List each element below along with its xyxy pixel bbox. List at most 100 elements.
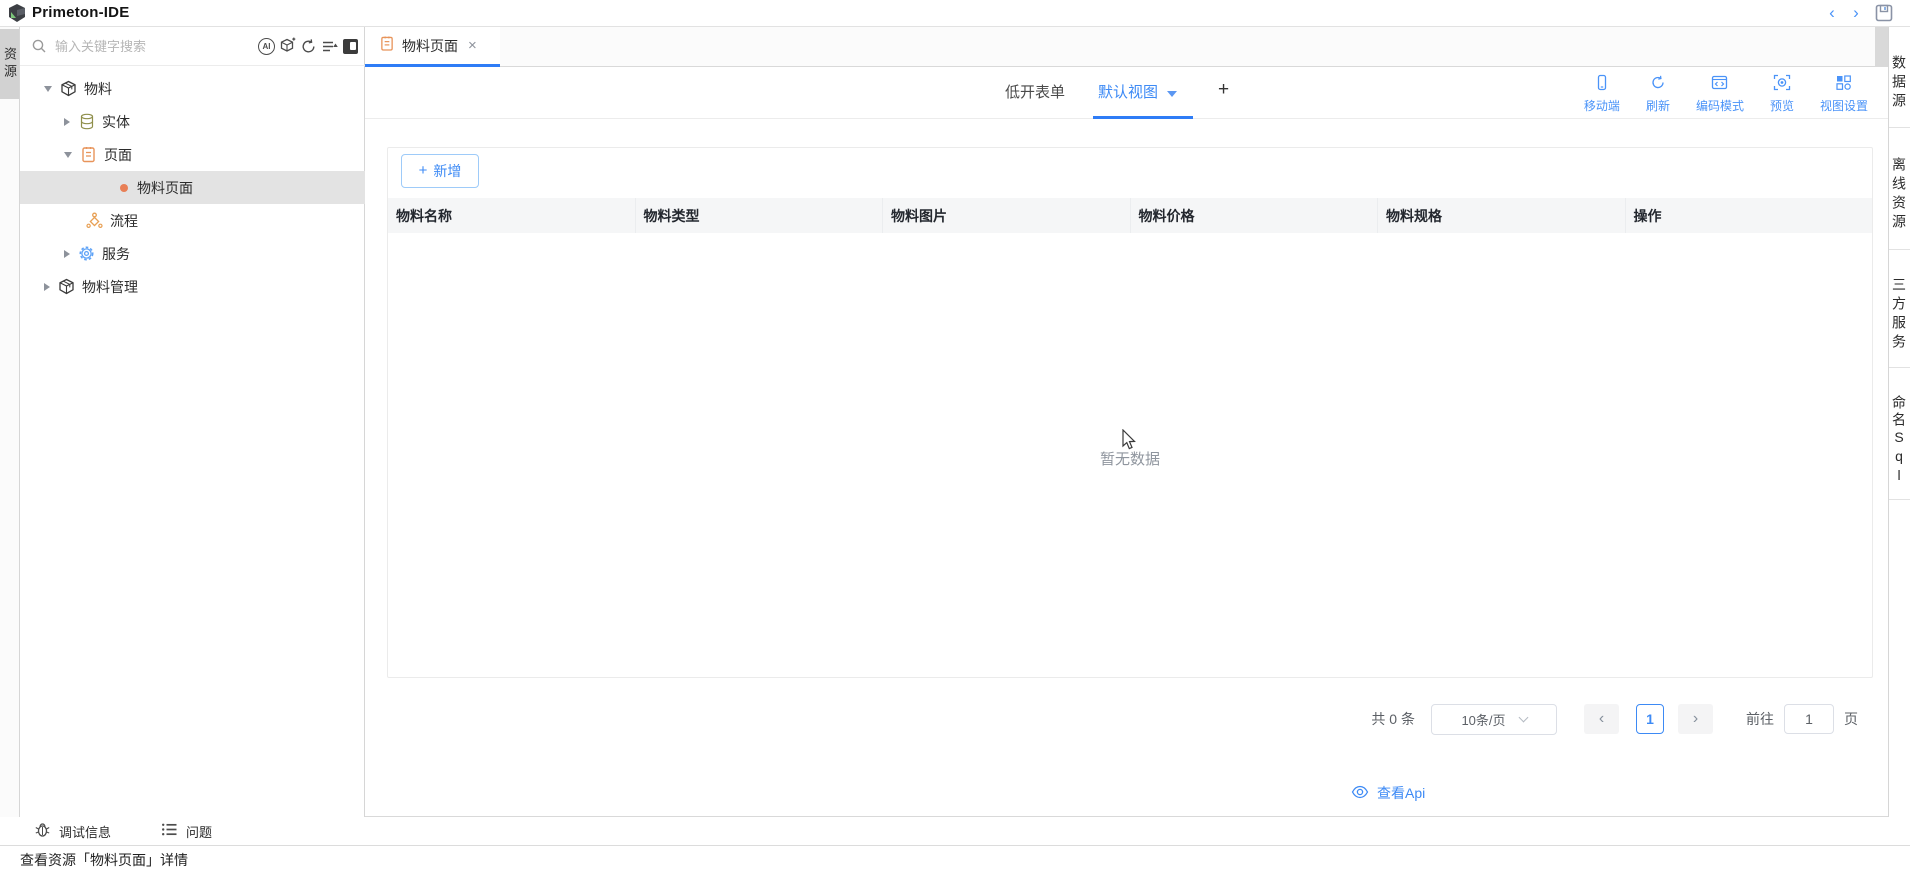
active-tab-underline — [1093, 116, 1193, 119]
caret-right-icon[interactable] — [44, 283, 50, 291]
chevron-down-icon[interactable] — [1167, 91, 1177, 97]
next-page-button[interactable]: › — [1678, 704, 1713, 734]
right-panel-bar: 数据源 离线资源 三方服务 命名Sql — [1888, 27, 1910, 817]
tree-item-material[interactable]: 物料 — [20, 72, 365, 105]
action-label: 移动端 — [1584, 97, 1620, 114]
pagination: 共 0 条 10条/页 ‹ 1 › 前往 页 — [1371, 703, 1858, 735]
tree-item-label: 物料管理 — [82, 277, 138, 297]
column-header[interactable]: 物料价格 — [1131, 198, 1379, 233]
add-view-tab-button[interactable]: + — [1218, 79, 1229, 101]
column-header[interactable]: 物料图片 — [883, 198, 1131, 233]
refresh-view-button[interactable]: 刷新 — [1646, 71, 1670, 117]
problems-label: 问题 — [186, 822, 212, 841]
preview-icon — [1773, 74, 1791, 94]
view-tab-default[interactable]: 默认视图 — [1098, 81, 1177, 105]
mouse-cursor — [1121, 429, 1137, 456]
editor-tab-material-page[interactable]: 物料页面 × — [365, 27, 500, 67]
status-text: 查看资源「物料页面」详情 — [20, 850, 188, 870]
problems-tab[interactable]: 问题 — [161, 822, 212, 841]
tree-item-material-page[interactable]: 物料页面 — [20, 171, 365, 204]
column-header[interactable]: 物料名称 — [388, 198, 636, 233]
search-input[interactable] — [55, 39, 256, 54]
view-tab-default-label: 默认视图 — [1098, 81, 1158, 105]
goto-page-label: 前往 — [1746, 709, 1774, 729]
view-settings-button[interactable]: 视图设置 — [1820, 71, 1868, 117]
activity-tab-resources[interactable]: 资源 — [0, 29, 19, 99]
nav-back-icon[interactable]: ‹ — [1823, 2, 1841, 24]
table-card: + 新增 物料名称 物料类型 物料图片 物料价格 物料规格 操作 暂无数据 — [387, 147, 1873, 678]
grid-icon — [1835, 74, 1852, 94]
tree-item-label: 实体 — [102, 112, 130, 132]
caret-right-icon[interactable] — [64, 250, 70, 258]
bottom-tool-bar: 调试信息 问题 — [0, 817, 1910, 846]
editor-tab-label: 物料页面 — [402, 36, 458, 56]
debug-info-tab[interactable]: 调试信息 — [34, 821, 111, 841]
panel-tab-datasource[interactable]: 数据源 — [1889, 27, 1910, 128]
mobile-view-button[interactable]: 移动端 — [1584, 71, 1620, 117]
nav-forward-icon[interactable]: › — [1847, 2, 1865, 24]
column-header[interactable]: 物料规格 — [1378, 198, 1626, 233]
debug-info-label: 调试信息 — [59, 822, 111, 841]
database-icon — [78, 113, 95, 130]
tree-item-material-mgmt[interactable]: 物料管理 — [20, 270, 365, 303]
plus-icon: + — [419, 162, 428, 179]
tree-item-process[interactable]: 流程 — [20, 204, 365, 237]
tree-item-entity[interactable]: 实体 — [20, 105, 365, 138]
panel-tab-named-sql[interactable]: 命名Sql — [1889, 368, 1910, 500]
new-model-icon[interactable] — [277, 36, 298, 57]
page-editor-content: 低开表单 默认视图 + 移动端 — [365, 67, 1888, 817]
prev-page-button[interactable]: ‹ — [1584, 704, 1619, 734]
mobile-icon — [1594, 74, 1610, 94]
app-title: Primeton-IDE — [32, 0, 129, 27]
total-count-label: 共 0 条 — [1371, 709, 1415, 729]
goto-page-input[interactable] — [1784, 704, 1834, 734]
app-logo-icon — [7, 3, 27, 28]
status-bar: 查看资源「物料页面」详情 — [0, 846, 1910, 874]
view-header: 低开表单 默认视图 + 移动端 — [365, 67, 1888, 119]
eye-icon — [1351, 785, 1369, 802]
flow-icon — [86, 212, 103, 229]
goto-page-suffix: 页 — [1844, 709, 1858, 729]
chevron-down-icon — [1518, 712, 1528, 722]
page-size-select[interactable]: 10条/页 — [1431, 704, 1557, 735]
tree-item-label: 服务 — [102, 244, 130, 264]
primeton-ide-window: Primeton-IDE ‹ › 资源 AI — [0, 0, 1910, 874]
action-label: 编码模式 — [1696, 97, 1744, 114]
add-record-button[interactable]: + 新增 — [401, 154, 479, 188]
save-icon[interactable] — [1874, 3, 1894, 28]
tree-item-services[interactable]: 服务 — [20, 237, 365, 270]
action-label: 刷新 — [1646, 97, 1670, 114]
debug-icon — [34, 821, 51, 841]
ai-assistant-icon[interactable]: AI — [256, 36, 277, 57]
caret-down-icon[interactable] — [44, 86, 52, 92]
page-size-value: 10条/页 — [1461, 710, 1505, 729]
caret-down-icon[interactable] — [64, 152, 72, 158]
panel-tab-thirdparty-services[interactable]: 三方服务 — [1889, 250, 1910, 368]
resource-tree: 物料 实体 — [20, 72, 365, 303]
action-label: 视图设置 — [1820, 97, 1868, 114]
caret-right-icon[interactable] — [64, 118, 70, 126]
preview-button[interactable]: 预览 — [1770, 71, 1794, 117]
close-icon[interactable]: × — [468, 38, 477, 53]
code-mode-button[interactable]: 编码模式 — [1696, 71, 1744, 117]
table-header-row: 物料名称 物料类型 物料图片 物料价格 物料规格 操作 — [388, 198, 1872, 233]
view-toolbar: 移动端 刷新 — [1584, 71, 1868, 117]
panel-tab-offline-resources[interactable]: 离线资源 — [1889, 128, 1910, 250]
tree-item-label: 流程 — [110, 211, 138, 231]
tree-item-label: 页面 — [104, 145, 132, 165]
view-api-link[interactable]: 查看Api — [1351, 783, 1425, 803]
refresh-tree-icon[interactable] — [298, 36, 319, 57]
page-icon — [80, 146, 97, 163]
tree-item-pages[interactable]: 页面 — [20, 138, 365, 171]
column-header[interactable]: 操作 — [1626, 198, 1873, 233]
activity-bar: 资源 — [0, 27, 20, 817]
column-header[interactable]: 物料类型 — [636, 198, 884, 233]
list-icon — [161, 822, 178, 840]
view-tab-lowcode-form[interactable]: 低开表单 — [1005, 81, 1065, 105]
current-page-button[interactable]: 1 — [1636, 704, 1664, 734]
collapse-list-icon[interactable] — [319, 36, 340, 57]
page-marker-icon — [118, 179, 130, 196]
panel-switch-icon[interactable] — [340, 36, 361, 57]
scrollbar-corner — [1875, 27, 1888, 66]
resource-explorer: AI — [20, 27, 365, 817]
